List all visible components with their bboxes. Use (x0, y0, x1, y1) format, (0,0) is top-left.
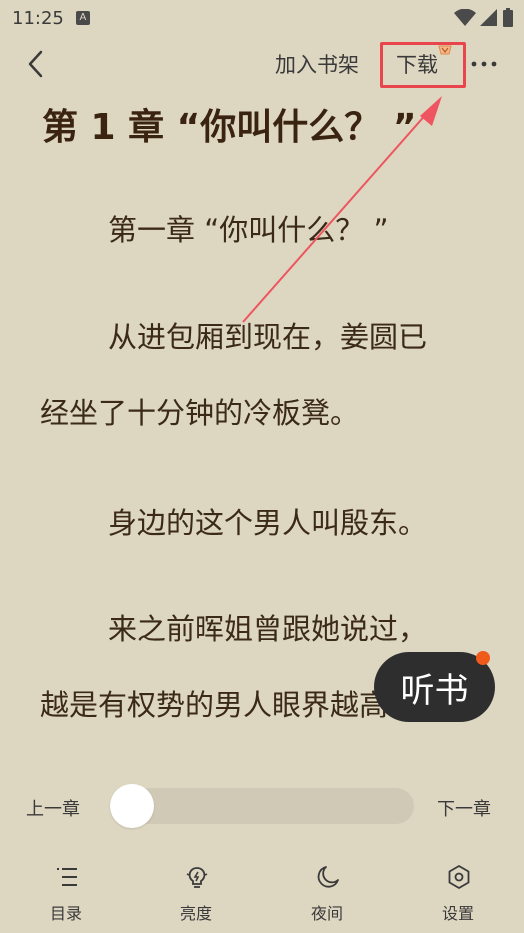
nav-brightness[interactable]: 亮度 (156, 862, 236, 923)
prev-chapter-button[interactable]: 上一章 (26, 795, 80, 821)
nav-night-mode[interactable]: 夜间 (287, 862, 367, 923)
more-button[interactable] (470, 52, 500, 76)
chapter-progress-slider[interactable] (110, 788, 414, 824)
nav-label: 设置 (441, 904, 474, 923)
add-to-shelf-button[interactable]: 加入书架 (275, 49, 359, 79)
slider-thumb[interactable] (110, 784, 154, 828)
top-toolbar: 加入书架 下载 (0, 36, 524, 92)
status-time: 11:25 (12, 7, 64, 29)
nav-settings[interactable]: 设置 (418, 862, 498, 923)
listen-badge-dot (476, 651, 490, 665)
wifi-icon (454, 9, 476, 26)
brightness-icon (186, 867, 208, 888)
list-icon (57, 868, 77, 886)
vip-badge-icon (438, 45, 452, 55)
notification-icon: A (75, 11, 90, 25)
moon-icon (317, 866, 339, 888)
paragraph-line: 第一章 “你叫什么？ ” (108, 213, 389, 247)
nav-label: 夜间 (310, 904, 343, 923)
download-button[interactable]: 下载 (396, 49, 438, 79)
more-icon (471, 61, 497, 67)
chapter-title: 第 1 章 “你叫什么？ ” (42, 107, 417, 148)
paragraph-line: 从进包厢到现在，姜圆已 (108, 320, 428, 354)
nav-label: 目录 (49, 904, 82, 923)
chevron-left-icon (28, 50, 43, 78)
signal-icon (480, 9, 497, 26)
paragraph-line: 经坐了十分钟的冷板凳。 (40, 396, 360, 430)
back-button[interactable] (22, 49, 52, 79)
status-bar: 11:25 A (0, 0, 524, 36)
paragraph-line: 来之前晖姐曾跟她说过， (108, 612, 428, 646)
settings-icon (448, 865, 470, 889)
next-chapter-button[interactable]: 下一章 (437, 795, 491, 821)
paragraph-line: 身边的这个男人叫殷东。 (108, 506, 428, 540)
listen-label: 听书 (400, 670, 469, 711)
paragraph-line: 越是有权势的男人眼界越高。 (40, 688, 418, 722)
nav-label: 亮度 (179, 904, 212, 923)
battery-icon (503, 8, 513, 27)
nav-toc[interactable]: 目录 (26, 862, 106, 923)
status-icons (454, 8, 514, 28)
